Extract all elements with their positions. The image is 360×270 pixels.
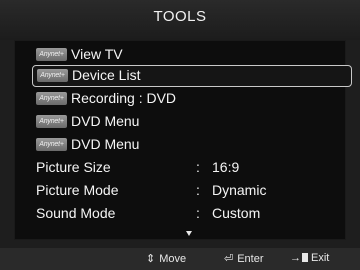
menu-item-label: Device List (72, 67, 141, 83)
setting-label: Picture Size (36, 159, 111, 175)
menu-item-label: View TV (71, 46, 123, 62)
anynet-icon: Anynet+ (36, 137, 67, 151)
title-bar: TOOLS (0, 0, 360, 40)
footer-enter: ⏎ Enter (224, 252, 264, 265)
setting-picture-mode[interactable]: Picture Mode : Dynamic (36, 180, 336, 200)
footer-enter-label: Enter (237, 253, 264, 265)
anynet-icon: Anynet+ (36, 47, 67, 61)
anynet-icon: Anynet+ (36, 91, 67, 105)
footer-exit-label: Exit (311, 252, 330, 264)
exit-arrow-icon: → (290, 252, 301, 264)
menu-item-label: DVD Menu (71, 136, 140, 152)
setting-colon: : (196, 205, 200, 221)
setting-label: Sound Mode (36, 205, 116, 221)
menu-item-view-tv[interactable]: Anynet+ View TV (36, 44, 123, 64)
tools-menu-osd: TOOLS Anynet+ View TV Anynet+ Device List … (0, 0, 360, 270)
setting-colon: : (196, 182, 200, 198)
setting-sound-mode[interactable]: Sound Mode : Custom (36, 203, 336, 223)
setting-value: Dynamic (212, 182, 267, 198)
menu-item-label: Recording : DVD (71, 90, 177, 106)
anynet-icon: Anynet+ (37, 68, 68, 82)
footer-help-bar: ⇕ Move ⏎ Enter → Exit (0, 248, 360, 270)
footer-move-label: Move (159, 253, 187, 265)
menu-item-label: DVD Menu (71, 113, 140, 129)
menu-item-recording-dvd[interactable]: Anynet+ Recording : DVD (36, 88, 176, 108)
setting-value: 16:9 (212, 159, 240, 175)
enter-icon: ⏎ (224, 253, 234, 265)
footer-move: ⇕ Move (146, 252, 186, 265)
tools-menu-panel: Anynet+ View TV Anynet+ Device List Anynet… (14, 40, 352, 240)
menu-title: TOOLS (153, 8, 207, 25)
scroll-down-icon (186, 231, 192, 236)
setting-picture-size[interactable]: Picture Size : 16:9 (36, 157, 336, 177)
setting-label: Picture Mode (36, 182, 119, 198)
updown-arrow-icon: ⇕ (146, 253, 156, 265)
exit-icon (302, 253, 308, 262)
anynet-icon: Anynet+ (36, 114, 67, 128)
setting-colon: : (196, 159, 200, 175)
setting-value: Custom (212, 205, 261, 221)
menu-item-dvd-menu-2[interactable]: Anynet+ DVD Menu (36, 134, 139, 154)
menu-item-dvd-menu-1[interactable]: Anynet+ DVD Menu (36, 111, 139, 131)
menu-item-device-list[interactable]: Anynet+ Device List (32, 65, 352, 87)
footer-exit: → Exit (290, 252, 329, 264)
